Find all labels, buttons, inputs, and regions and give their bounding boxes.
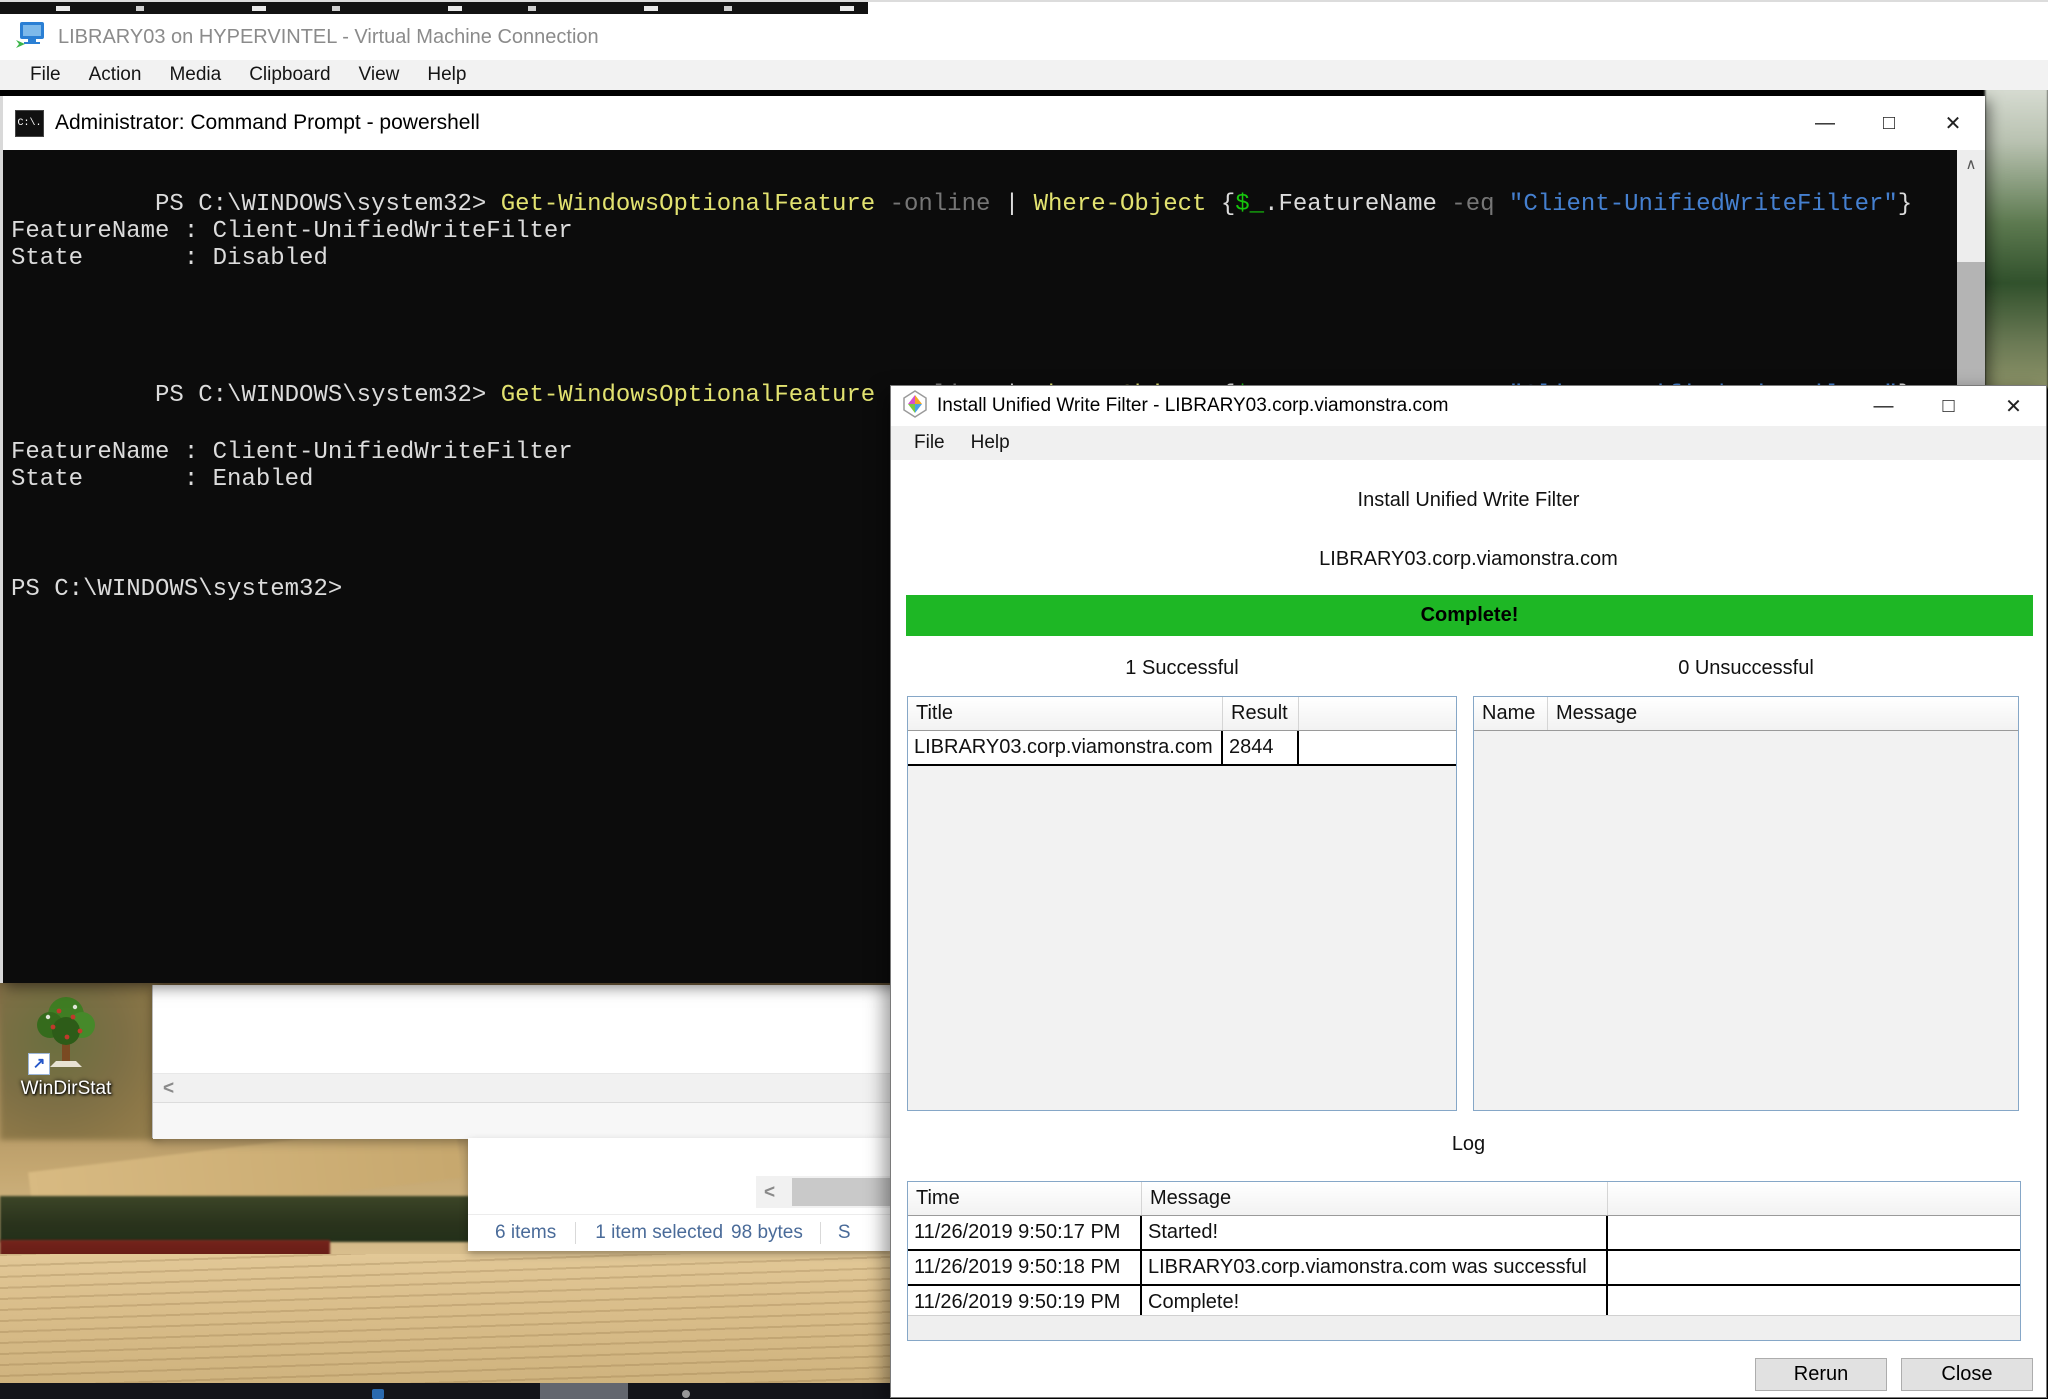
shortcut-arrow-icon: ↗ xyxy=(28,1053,50,1075)
status-selected-size: 98 bytes xyxy=(731,1222,803,1244)
cell-message: Started! xyxy=(1142,1216,1608,1249)
dialog-heading: Install Unified Write Filter xyxy=(891,489,2046,512)
dialog-app-icon xyxy=(902,390,928,423)
taskbar-app-icon[interactable] xyxy=(682,1390,690,1398)
status-selected-count: 1 item selected xyxy=(595,1222,723,1244)
dialog-maximize-button[interactable]: □ xyxy=(1916,386,1981,426)
console-titlebar: C:\. Administrator: Command Prompt - pow… xyxy=(3,96,1985,150)
table-row[interactable]: LIBRARY03.corp.viamonstra.com 2844 xyxy=(908,731,1456,766)
dialog-menu-file[interactable]: File xyxy=(901,432,958,454)
column-header-message[interactable]: Message xyxy=(1142,1182,1608,1215)
dialog-target-host: LIBRARY03.corp.viamonstra.com xyxy=(891,548,2046,571)
dialog-window-controls: — □ ✕ xyxy=(1851,386,2046,426)
ps-prompt: PS C:\WINDOWS\system32> xyxy=(11,576,342,603)
explorer-horizontal-scrollbar[interactable]: < xyxy=(153,1073,891,1102)
cmd-icon: C:\. xyxy=(15,110,44,137)
error-table: Name Message xyxy=(1473,696,2019,1111)
cell-result: 2844 xyxy=(1223,731,1299,764)
vm-menu-action[interactable]: Action xyxy=(75,64,156,86)
explorer-statusbar: 6 items 1 item selected 98 bytes S xyxy=(468,1214,890,1251)
cell-time: 11/26/2019 9:50:18 PM xyxy=(908,1251,1142,1284)
vm-screen: < < 6 items 1 item selected 98 bytes S xyxy=(0,90,2048,1399)
hyperv-app-icon xyxy=(14,20,46,55)
successful-count-label: 1 Successful xyxy=(907,657,1457,680)
cell-filler xyxy=(1608,1251,2020,1284)
cell-title: LIBRARY03.corp.viamonstra.com xyxy=(908,731,1223,764)
taskbar-browser-icon[interactable] xyxy=(372,1389,384,1399)
dialog-menu-help[interactable]: Help xyxy=(958,432,1023,454)
cell-time: 11/26/2019 9:50:17 PM xyxy=(908,1216,1142,1249)
vm-menubar: File Action Media Clipboard View Help xyxy=(0,60,2048,90)
cell-message: LIBRARY03.corp.viamonstra.com was succes… xyxy=(1142,1251,1608,1284)
wallpaper-green-book xyxy=(0,1196,470,1242)
vm-menu-help[interactable]: Help xyxy=(413,64,480,86)
column-header-title[interactable]: Title xyxy=(908,697,1223,730)
explorer-window-fragment: < xyxy=(152,985,891,1138)
console-maximize-button[interactable]: □ xyxy=(1857,96,1921,150)
status-banner: Complete! xyxy=(906,595,2033,636)
taskbar[interactable] xyxy=(0,1383,890,1399)
ps-output-featurename: FeatureName : Client-UnifiedWriteFilter xyxy=(11,439,573,466)
dialog-titlebar: Install Unified Write Filter - LIBRARY03… xyxy=(891,386,2046,426)
column-header-name[interactable]: Name xyxy=(1474,697,1548,730)
taskbar-button[interactable] xyxy=(540,1383,628,1399)
unsuccessful-count-label: 0 Unsuccessful xyxy=(1473,657,2019,680)
dialog-close-button[interactable]: ✕ xyxy=(1981,386,2046,426)
scroll-up-icon[interactable]: ∧ xyxy=(1957,150,1985,180)
dialog-title: Install Unified Write Filter - LIBRARY03… xyxy=(937,395,1448,417)
dialog-action-buttons: Rerun Close xyxy=(1755,1358,2033,1391)
dialog-minimize-button[interactable]: — xyxy=(1851,386,1916,426)
dialog-menubar: File Help xyxy=(891,426,2046,460)
vm-window-title: LIBRARY03 on HYPERVINTEL - Virtual Machi… xyxy=(58,26,599,49)
scroll-left-icon[interactable]: < xyxy=(163,1079,174,1098)
windirstat-shortcut[interactable]: ↗ WinDirStat xyxy=(20,993,112,1099)
column-header-filler xyxy=(1608,1182,2020,1215)
vm-menu-view[interactable]: View xyxy=(345,64,414,86)
error-table-header: Name Message xyxy=(1474,697,2018,731)
status-separator xyxy=(575,1222,576,1244)
column-header-filler xyxy=(1299,697,1456,730)
console-minimize-button[interactable]: — xyxy=(1793,96,1857,150)
vm-menu-file[interactable]: File xyxy=(16,64,75,86)
wallpaper-wood xyxy=(0,1254,890,1383)
log-row[interactable]: 11/26/2019 9:50:17 PM Started! xyxy=(908,1216,2020,1251)
ps-output-featurename: FeatureName : Client-UnifiedWriteFilter xyxy=(11,218,573,245)
uwf-install-dialog: Install Unified Write Filter - LIBRARY03… xyxy=(890,385,2047,1398)
log-table-scrollbar-track[interactable] xyxy=(908,1315,2020,1340)
close-button[interactable]: Close xyxy=(1901,1358,2033,1391)
vm-connection-titlebar: LIBRARY03 on HYPERVINTEL - Virtual Machi… xyxy=(0,14,2048,60)
log-section-label: Log xyxy=(891,1133,2046,1156)
screenshot-root: LIBRARY03 on HYPERVINTEL - Virtual Machi… xyxy=(0,0,2048,1399)
log-table-header: Time Message xyxy=(908,1182,2020,1216)
column-header-message[interactable]: Message xyxy=(1548,697,2018,730)
status-items-count: 6 items xyxy=(495,1222,556,1244)
column-header-time[interactable]: Time xyxy=(908,1182,1142,1215)
scrollbar-thumb[interactable] xyxy=(792,1178,890,1206)
windirstat-label: WinDirStat xyxy=(20,1078,112,1100)
status-truncated-text: S xyxy=(838,1222,851,1244)
log-table: Time Message 11/26/2019 9:50:17 PM Start… xyxy=(907,1181,2021,1341)
scroll-left-icon[interactable]: < xyxy=(764,1183,775,1202)
console-title: Administrator: Command Prompt - powershe… xyxy=(55,111,480,135)
wallpaper-right-sliver xyxy=(1985,90,2048,388)
console-close-button[interactable]: ✕ xyxy=(1921,96,1985,150)
cell-filler xyxy=(1299,731,1456,764)
explorer2-horizontal-scrollbar[interactable]: < xyxy=(756,1176,890,1208)
status-separator xyxy=(820,1222,821,1244)
explorer-statusbar-empty xyxy=(153,1102,891,1139)
column-header-result[interactable]: Result xyxy=(1223,697,1299,730)
cell-filler xyxy=(1608,1216,2020,1249)
log-row[interactable]: 11/26/2019 9:50:18 PM LIBRARY03.corp.via… xyxy=(908,1251,2020,1286)
explorer-window-fragment-2: < 6 items 1 item selected 98 bytes S xyxy=(468,1138,890,1250)
rerun-button[interactable]: Rerun xyxy=(1755,1358,1887,1391)
ps-output-state-enabled: State : Enabled xyxy=(11,466,313,493)
vm-menu-media[interactable]: Media xyxy=(155,64,235,86)
success-table: Title Result LIBRARY03.corp.viamonstra.c… xyxy=(907,696,1457,1111)
ps-output-state-disabled: State : Disabled xyxy=(11,245,328,272)
console-window-controls: — □ ✕ xyxy=(1793,96,1985,150)
success-table-header: Title Result xyxy=(908,697,1456,731)
vm-menu-clipboard[interactable]: Clipboard xyxy=(235,64,344,86)
